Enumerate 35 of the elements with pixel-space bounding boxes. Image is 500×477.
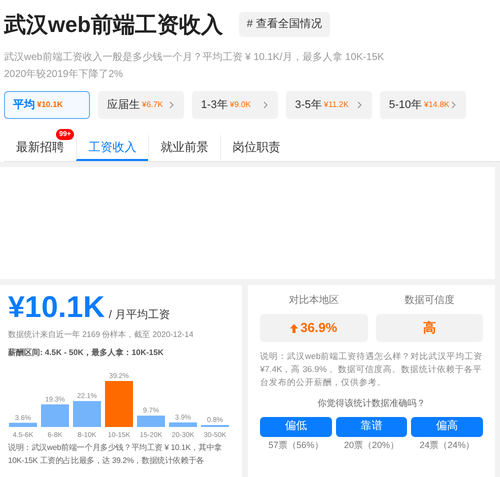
chart-bar xyxy=(137,416,165,427)
chart-bar xyxy=(73,401,101,427)
vote-count: 24票（24%） xyxy=(420,438,475,452)
experience-filter[interactable]: 应届生 ¥6.7K xyxy=(98,91,184,119)
tab[interactable]: 岗位职责 xyxy=(220,135,292,161)
metric-label: 数据可信度 xyxy=(403,294,456,308)
chart-bar xyxy=(41,404,69,427)
vote-button[interactable]: 偏高 xyxy=(411,416,483,436)
salary-note: 说明：武汉web前端一个月多少钱？平均工资 ¥ 10.1K，其中拿 10K-15K 工资的占比最多，达 39.2%，数据统计依赖于各 xyxy=(8,442,223,467)
country-link[interactable]: # 查看全国情况 xyxy=(238,12,330,37)
chart-bar xyxy=(9,422,37,427)
page-title: 武汉web前端工资收入 xyxy=(4,11,223,39)
compare-note: 说明：武汉web前端工资待遇怎么样？对比武汉平均工资 ¥7.4K，高 36.9% 。数据可信度高。数据统计依赖于各平台发布的公开薪酬，仅供参考。 xyxy=(260,350,483,389)
metric-label: 对比本地区 xyxy=(288,294,340,308)
vote-button[interactable]: 靠谱 xyxy=(336,416,408,436)
metric-value: 36.9% xyxy=(260,314,368,342)
experience-filter[interactable]: 5-10年 ¥14.8K xyxy=(380,91,466,119)
salary-range: 薪酬区间: 4.5K - 50K，最多人拿：10K-15K xyxy=(8,347,165,359)
tab[interactable]: 就业前景 xyxy=(148,135,220,161)
sample-source: 数据统计来自近一年 2169 份样本，截至 2020-12-14 xyxy=(8,329,194,341)
vote-button[interactable]: 偏低 xyxy=(260,416,332,436)
salary-unit: / 月平均工资 xyxy=(108,308,170,322)
summary-text: 武汉web前端工资收入一般是多少钱一个月？平均工资 ¥ 10.1K/月，最多人拿 10K-15K xyxy=(4,50,386,65)
summary-text: 2020年较2019年下降了2% xyxy=(4,68,124,82)
experience-filter[interactable]: 平均 ¥10.1K xyxy=(4,91,90,119)
chart-bar xyxy=(169,422,197,427)
tab[interactable]: 工资收入 xyxy=(76,135,148,161)
chart-bar xyxy=(105,381,133,427)
accuracy-question: 你觉得该统计数据准确吗？ xyxy=(316,397,426,410)
vote-count: 57票（56%） xyxy=(268,438,324,452)
vote-count: 20票（20%） xyxy=(344,438,399,452)
experience-filter[interactable]: 3-5年 ¥11.2K xyxy=(286,91,372,119)
metric-value: 高 xyxy=(376,314,483,342)
experience-filter[interactable]: 1-3年 ¥9.0K xyxy=(192,91,278,119)
average-salary: ¥10.1K xyxy=(8,293,105,323)
